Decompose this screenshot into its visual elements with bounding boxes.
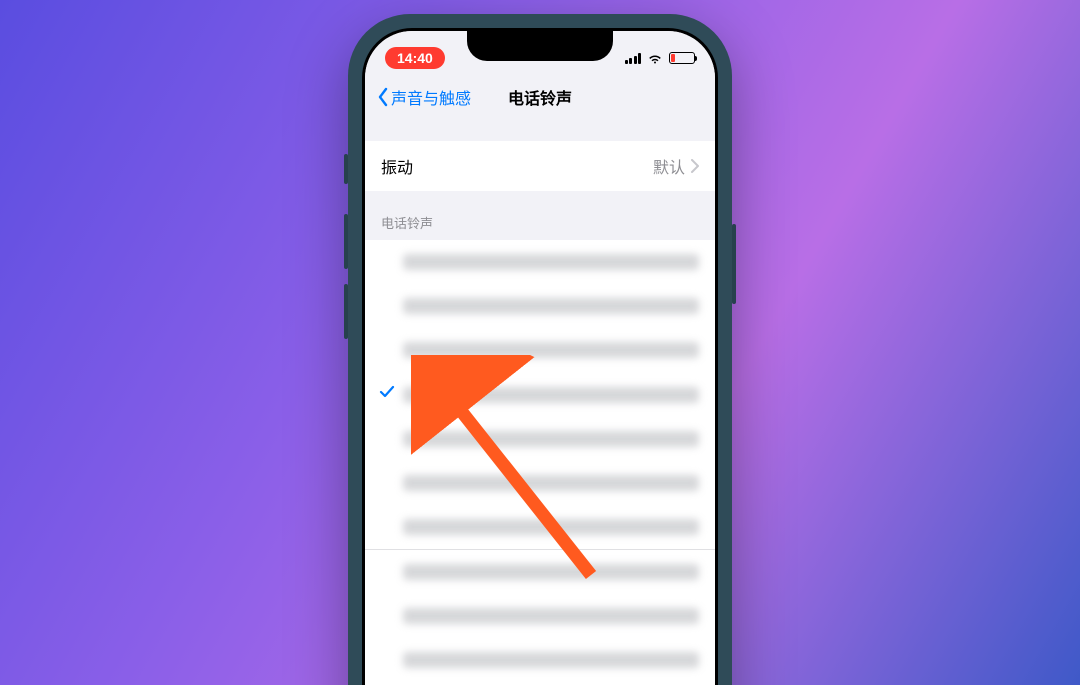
cellular-signal-icon: [625, 52, 642, 64]
power-button: [732, 224, 736, 304]
ringtone-name-blurred: [403, 342, 699, 358]
ringtone-section-header: 电话铃声: [365, 191, 715, 240]
vibration-label: 振动: [381, 154, 413, 178]
chevron-right-icon: [691, 159, 699, 173]
wifi-icon: [647, 52, 663, 64]
ringtone-row[interactable]: [365, 505, 715, 549]
side-button: [344, 154, 348, 184]
ringtone-list: [365, 240, 715, 685]
chevron-left-icon: [377, 87, 389, 107]
phone-frame: 14:40 声音与触感: [348, 14, 732, 685]
ringtone-row[interactable]: [365, 328, 715, 372]
ringtone-row[interactable]: [365, 240, 715, 284]
ringtone-name-blurred: [403, 652, 699, 668]
ringtone-name-blurred: [403, 564, 699, 580]
ringtone-row[interactable]: [365, 461, 715, 505]
ringtone-row[interactable]: [365, 417, 715, 461]
back-label: 声音与触感: [391, 85, 471, 109]
ringtone-name-blurred: [403, 431, 699, 447]
battery-icon: [669, 52, 695, 64]
notch: [467, 31, 613, 61]
ringtone-row[interactable]: [365, 550, 715, 594]
ringtone-row[interactable]: [365, 284, 715, 328]
ringtone-row[interactable]: [365, 594, 715, 638]
ringtone-name-blurred: [403, 475, 699, 491]
vibration-row[interactable]: 振动 默认: [365, 141, 715, 191]
ringtone-name-blurred: [403, 387, 699, 403]
status-time-pill: 14:40: [385, 47, 445, 69]
ringtone-name-blurred: [403, 298, 699, 314]
volume-up-button: [344, 214, 348, 269]
ringtone-row-selected[interactable]: [365, 372, 715, 417]
ringtone-name-blurred: [403, 519, 699, 535]
vibration-value: 默认: [653, 154, 685, 178]
ringtone-name-blurred: [403, 254, 699, 270]
back-button[interactable]: 声音与触感: [377, 85, 471, 109]
check-icon: [379, 384, 403, 405]
volume-down-button: [344, 284, 348, 339]
ringtone-row[interactable]: [365, 638, 715, 682]
nav-bar: 声音与触感 电话铃声: [365, 75, 715, 119]
ringtone-name-blurred: [403, 608, 699, 624]
